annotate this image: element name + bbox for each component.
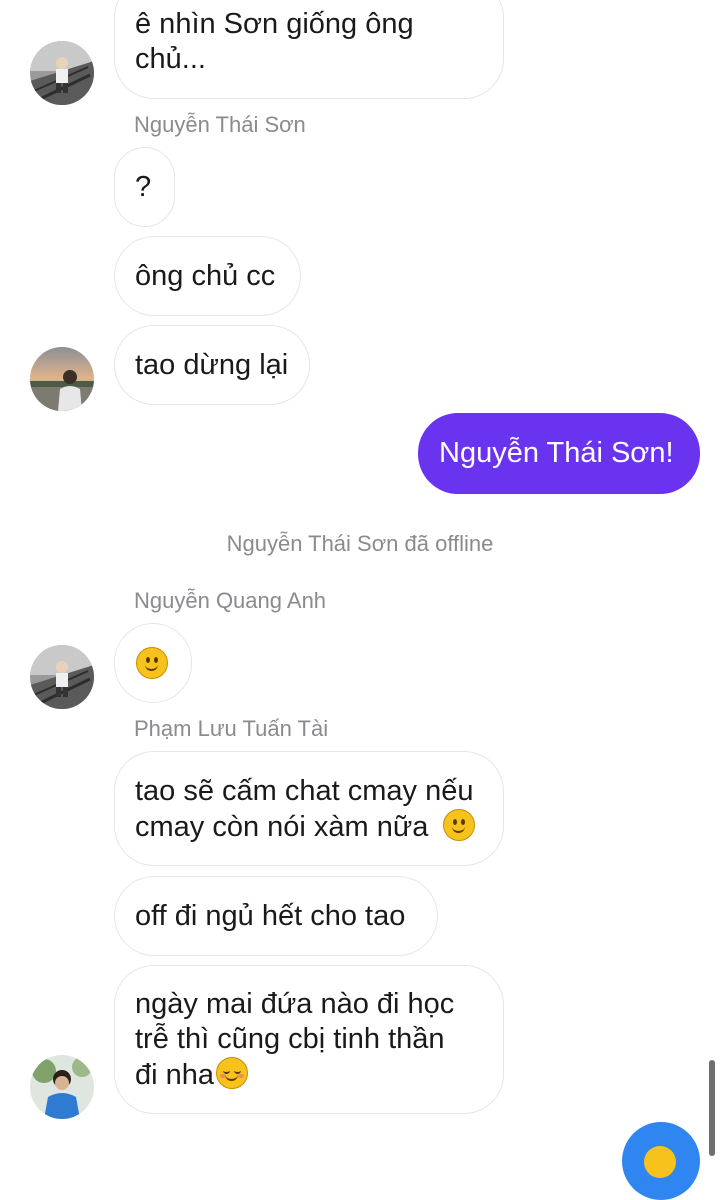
slightly-smiling-face-icon bbox=[136, 647, 168, 679]
sender-name: Nguyễn Quang Anh bbox=[134, 588, 327, 613]
emoji-icon bbox=[644, 1146, 676, 1178]
message-bubble[interactable]: tao sẽ cấm chat cmay nếu cmay còn nói xà… bbox=[114, 751, 504, 866]
emoji-reaction-button[interactable] bbox=[622, 1122, 700, 1200]
message-bubble[interactable]: off đi ngủ hết cho tao bbox=[114, 876, 438, 956]
message-text: ông chủ cc bbox=[135, 259, 276, 292]
message-text-line: đi nha bbox=[135, 1059, 215, 1091]
scrollbar-thumb[interactable] bbox=[709, 1060, 715, 1156]
sender-name: Nguyễn Thái Sơn bbox=[134, 112, 306, 137]
message-text-line: cmay còn nói xàm nữa bbox=[135, 811, 429, 843]
message-text: tao dừng lại bbox=[135, 348, 289, 381]
avatar-quang-anh[interactable] bbox=[30, 41, 94, 105]
avatar-thai-son[interactable] bbox=[30, 347, 94, 411]
message-bubble[interactable]: ông chủ cc bbox=[114, 236, 301, 316]
sender-name: Phạm Lưu Tuấn Tài bbox=[134, 716, 329, 741]
message-text: off đi ngủ hết cho tao bbox=[135, 899, 406, 932]
message-text-line: trễ thì cũng cbị tinh thần bbox=[135, 1023, 445, 1055]
avatar-tuan-tai[interactable] bbox=[30, 1055, 94, 1119]
avatar-quang-anh[interactable] bbox=[30, 645, 94, 709]
message-text: ê nhìn Sơn giống ông chủ... bbox=[135, 8, 414, 75]
message-text-line: tao sẽ cấm chat cmay nếu bbox=[135, 775, 474, 807]
message-bubble[interactable]: ngày mai đứa nào đi học trễ thì cũng cbị… bbox=[114, 965, 504, 1114]
message-bubble[interactable]: tao dừng lại bbox=[114, 325, 310, 405]
message-bubble[interactable]: ? bbox=[114, 147, 175, 227]
smiling-face-icon bbox=[216, 1057, 249, 1089]
message-bubble[interactable] bbox=[114, 623, 192, 703]
message-text: ? bbox=[135, 170, 152, 203]
message-bubble[interactable]: ê nhìn Sơn giống ông chủ... bbox=[114, 0, 504, 99]
message-text-line: ngày mai đứa nào đi học bbox=[135, 988, 455, 1020]
slightly-smiling-face-icon bbox=[442, 809, 475, 841]
my-message-bubble[interactable]: Nguyễn Thái Sơn! bbox=[418, 413, 700, 494]
message-text: Nguyễn Thái Sơn! bbox=[439, 437, 674, 469]
system-notice: Nguyễn Thái Sơn đã offline bbox=[226, 531, 494, 556]
